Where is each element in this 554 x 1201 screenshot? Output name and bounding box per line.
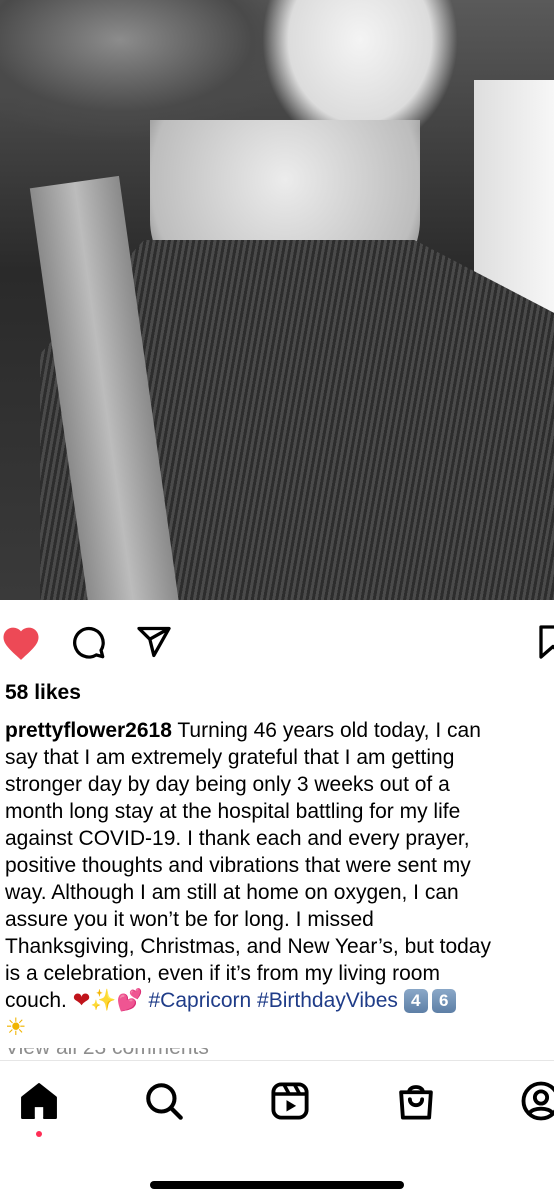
caption-line: assure you it won’t be for long. I misse… bbox=[5, 906, 554, 933]
view-all-comments-link[interactable]: View all 23 comments bbox=[5, 1048, 209, 1060]
like-count[interactable]: 58 likes bbox=[5, 681, 81, 705]
hashtag-link[interactable]: #Capricorn bbox=[148, 989, 251, 1012]
caption-username[interactable]: prettyflower2618 bbox=[5, 719, 172, 742]
profile-icon[interactable] bbox=[520, 1080, 554, 1122]
caption-line: is a celebration, even if it’s from my l… bbox=[5, 960, 554, 987]
bookmark-icon[interactable] bbox=[538, 624, 554, 660]
heart-filled-icon[interactable] bbox=[0, 622, 42, 662]
caption-line: Thanksgiving, Christmas, and New Year’s,… bbox=[5, 933, 554, 960]
view-all-comments-label: View all 23 comments bbox=[5, 1048, 209, 1059]
caption-line: stronger day by day being only 3 weeks o… bbox=[5, 771, 554, 798]
caption-text: Turning 46 years old today, I can bbox=[172, 719, 481, 742]
keycap-emoji: 4 bbox=[404, 989, 428, 1013]
comment-icon[interactable] bbox=[70, 624, 106, 660]
keycap-emoji: 6 bbox=[432, 989, 456, 1013]
red-heart-emoji: ❤ bbox=[73, 988, 91, 1012]
caption-line: ☀ bbox=[5, 1014, 554, 1041]
sparkles-emoji: ✨ bbox=[90, 988, 116, 1012]
caption-line: against COVID-19. I thank each and every… bbox=[5, 825, 554, 852]
caption-text: couch. bbox=[5, 989, 67, 1012]
active-tab-indicator bbox=[36, 1131, 42, 1137]
sun-emoji: ☀ bbox=[5, 1013, 27, 1041]
hashtag-link[interactable]: #BirthdayVibes bbox=[257, 989, 398, 1012]
two-hearts-emoji: 💕 bbox=[116, 988, 142, 1012]
post-caption: prettyflower2618 Turning 46 years old to… bbox=[5, 717, 554, 1041]
caption-line: prettyflower2618 Turning 46 years old to… bbox=[5, 717, 554, 744]
caption-line: couch. ❤✨💕 #Capricorn #BirthdayVibes 46 bbox=[5, 987, 554, 1014]
search-icon[interactable] bbox=[143, 1080, 185, 1122]
reels-icon[interactable] bbox=[269, 1080, 311, 1122]
bottom-tab-bar bbox=[0, 1060, 554, 1201]
paper-plane-icon[interactable] bbox=[135, 624, 173, 660]
post-photo[interactable] bbox=[0, 0, 554, 600]
home-icon[interactable] bbox=[18, 1080, 60, 1122]
shop-icon[interactable] bbox=[395, 1080, 437, 1122]
caption-line: positive thoughts and vibrations that we… bbox=[5, 852, 554, 879]
caption-line: way. Although I am still at home on oxyg… bbox=[5, 879, 554, 906]
home-indicator[interactable] bbox=[150, 1181, 404, 1189]
post-action-bar bbox=[0, 614, 554, 664]
caption-line: month long stay at the hospital battling… bbox=[5, 798, 554, 825]
caption-line: say that I am extremely grateful that I … bbox=[5, 744, 554, 771]
